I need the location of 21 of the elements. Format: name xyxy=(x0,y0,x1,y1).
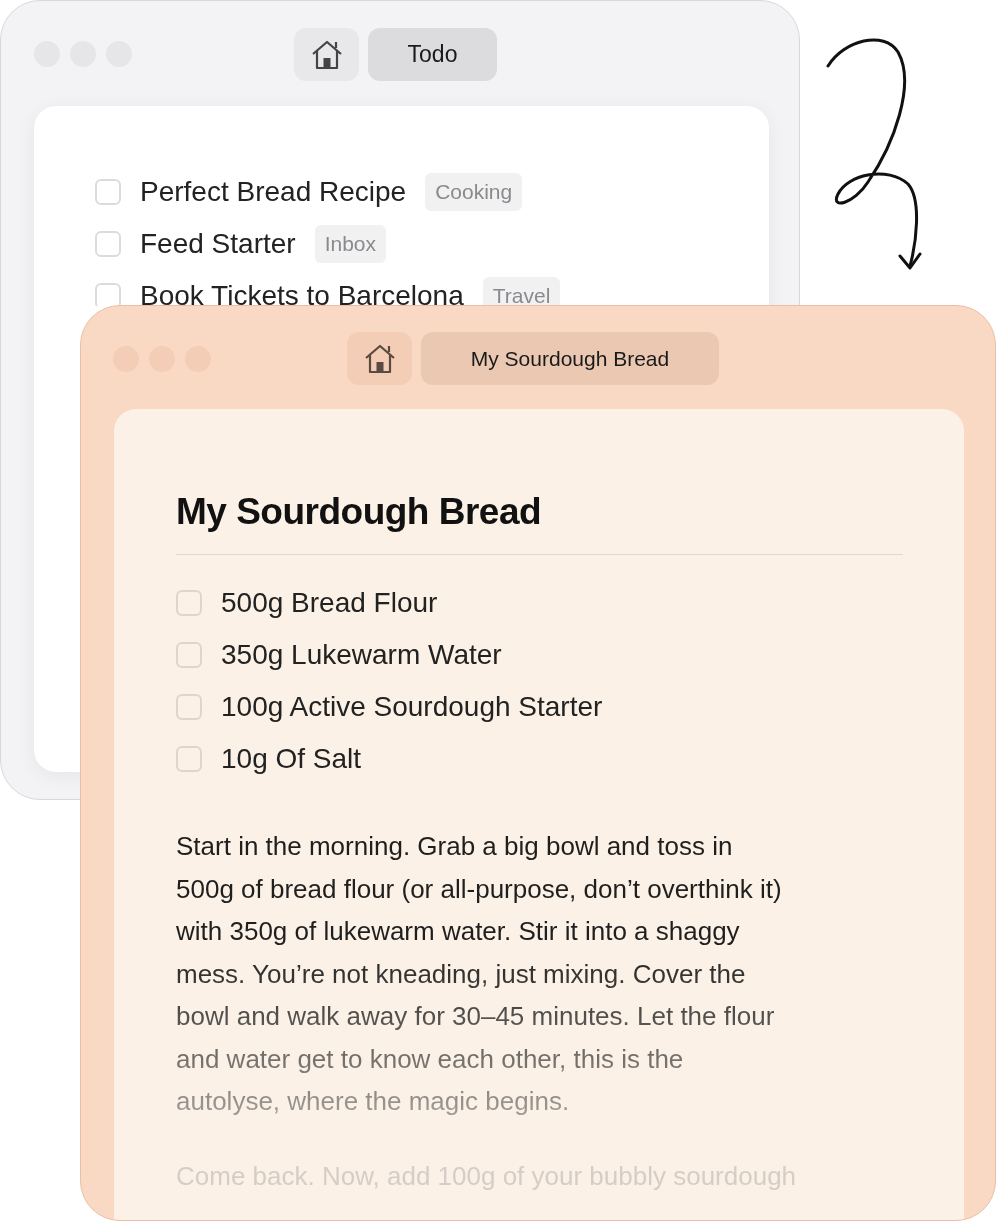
tag-chip[interactable]: Travel xyxy=(482,277,561,306)
checkbox[interactable] xyxy=(176,590,202,616)
checkbox[interactable] xyxy=(176,642,202,668)
tab[interactable]: My Sourdough Bread xyxy=(421,332,719,385)
home-button[interactable] xyxy=(347,332,412,385)
checkbox[interactable] xyxy=(176,694,202,720)
tab[interactable]: Todo xyxy=(368,28,497,81)
home-button[interactable] xyxy=(294,28,359,81)
tag-chip[interactable]: Inbox xyxy=(314,225,386,263)
ingredient-label: 10g Of Salt xyxy=(221,742,362,776)
checkbox[interactable] xyxy=(95,179,121,205)
note-title: My Sourdough Bread xyxy=(176,491,543,533)
task-label: Book Tickets to Barcelona xyxy=(140,279,464,306)
checkbox[interactable] xyxy=(95,231,121,257)
task-label: Perfect Bread Recipe xyxy=(140,175,407,209)
tag-chip[interactable]: Cooking xyxy=(425,173,523,211)
task-label: Feed Starter xyxy=(140,227,296,261)
ingredient-label: 100g Active Sourdough Starter xyxy=(221,690,603,724)
ingredient-label: 500g Bread Flour xyxy=(221,586,438,620)
checkbox[interactable] xyxy=(176,746,202,772)
ingredient-label: 350g Lukewarm Water xyxy=(221,638,502,672)
